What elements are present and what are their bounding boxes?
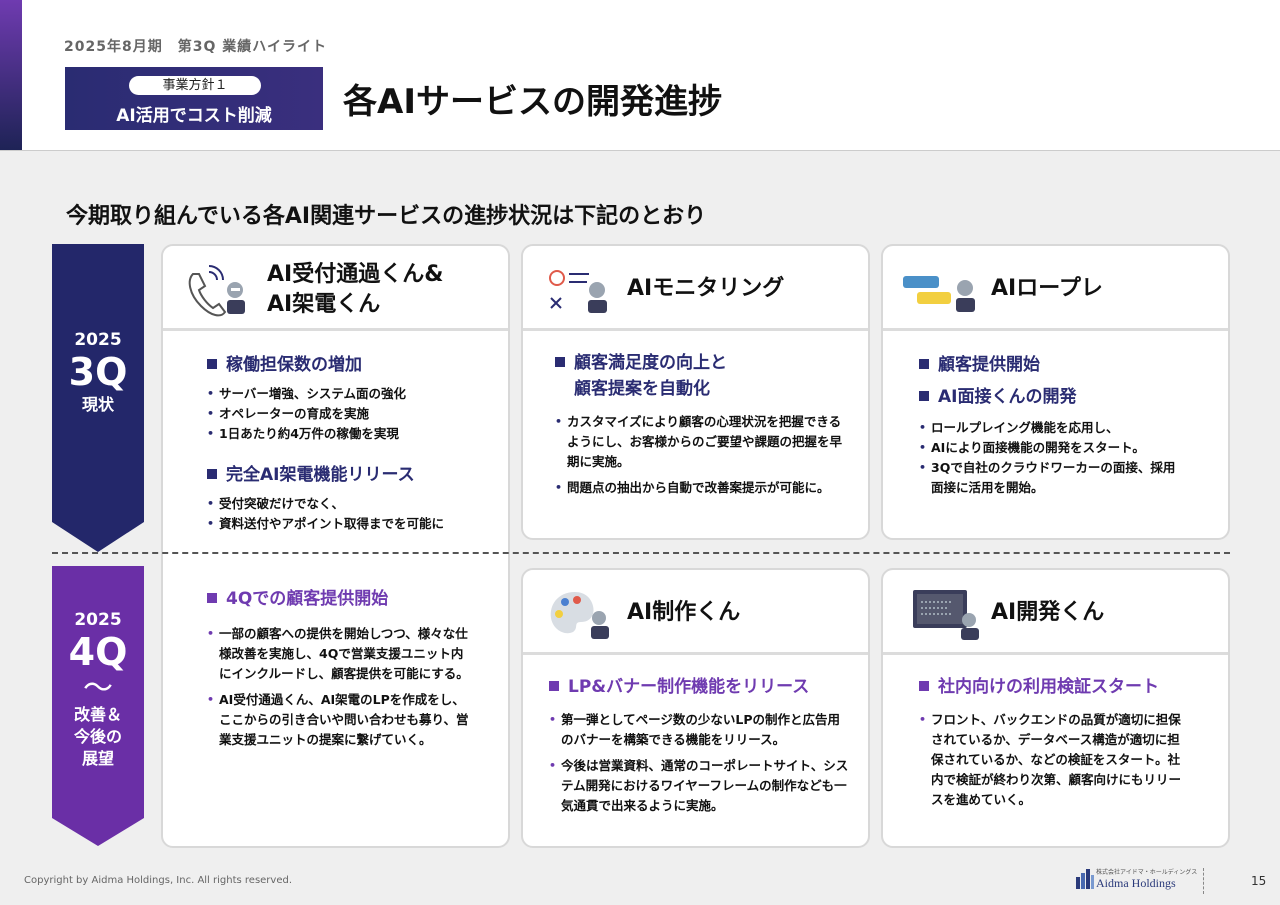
list-item: ロールプレイング機能を応用し、 [919, 418, 1179, 438]
card-ai-monitoring: AIモニタリング 顧客満足度の向上と 顧客提案を自動化 カスタマイズにより顧客の… [521, 244, 870, 540]
list-item: 1日あたり約4万件の稼働を実現 [207, 424, 487, 444]
card-ai-call: AI受付通過くん& AI架電くん 稼働担保数の増加 サーバー増強、システム面の強… [161, 244, 510, 848]
heading-provide: 顧客提供開始 [919, 352, 1040, 378]
list-item: 第一弾としてページ数の少ないLPの制作と広告用のバナーを構築できる機能をリリース… [549, 710, 849, 750]
logo-mark-icon [1076, 869, 1094, 889]
phone-robot-icon [188, 265, 245, 317]
list-release: 受付突破だけでなく、 資料送付やアポイント取得までを可能に [207, 494, 487, 534]
quarter-divider [52, 552, 1230, 554]
card-header-divider [523, 652, 868, 655]
card-title: AI開発くん [991, 600, 1105, 625]
card-header-divider [883, 328, 1228, 331]
card-title: AIモニタリング [627, 276, 785, 301]
card-title-2: AI架電くん [267, 292, 381, 317]
card-title: AIロープレ [991, 276, 1103, 301]
q4-label: 2025 4Q 〜 改善＆ 今後の 展望 [52, 610, 144, 770]
q3-status: 現状 [81, 395, 114, 414]
list-item: 受付突破だけでなく、 [207, 494, 487, 514]
palette-robot-icon [550, 592, 609, 639]
logo-en: Aidma Holdings [1096, 876, 1176, 890]
footer-separator [1203, 868, 1204, 894]
company-logo: 株式会社アイドマ・ホールディングス Aidma Holdings [1076, 867, 1197, 893]
card-title: AI制作くん [627, 600, 741, 625]
list-item: サーバー増強、システム面の強化 [207, 384, 487, 404]
list-uptime: サーバー増強、システム面の強化 オペレーターの育成を実施 1日あたり約4万件の稼… [207, 384, 487, 444]
q4-label-2: 今後の [73, 727, 122, 746]
heading-q4-provide: 4Qでの顧客提供開始 [207, 586, 388, 612]
card-header-divider [163, 328, 508, 331]
heading-uptime: 稼働担保数の増加 [207, 352, 362, 378]
q4-tilde: 〜 [83, 671, 113, 706]
policy-box: 事業方針１ AI活用でコスト削減 [65, 67, 323, 130]
fiscal-label: 2025年8月期 第3Q 業績ハイライト [64, 39, 327, 55]
card-ai-roleplay: AIロープレ 顧客提供開始 AI面接くんの開発 ロールプレイング機能を応用し、 … [881, 244, 1230, 540]
list-item: 今後は営業資料、通常のコーポレートサイト、システム開発におけるワイヤーフレームの… [549, 756, 849, 816]
header-accent [0, 0, 22, 150]
card-header-divider [523, 328, 868, 331]
list-item: 問題点の抽出から自動で改善案提示が可能に。 [555, 478, 847, 498]
logo-jp: 株式会社アイドマ・ホールディングス [1096, 869, 1198, 876]
list-monitoring: カスタマイズにより顧客の心理状況を把握できるようにし、お客様からのご要望や課題の… [555, 412, 847, 504]
copyright: Copyright by Aidma Holdings, Inc. All ri… [24, 875, 293, 886]
q3-label: 2025 3Q 現状 [52, 330, 144, 416]
heading-satisfaction-2: 顧客提案を自動化 [574, 379, 710, 399]
checklist-robot-icon [549, 270, 607, 313]
list-item: フロント、バックエンドの品質が適切に担保されているか、データベース構造が適切に担… [919, 710, 1181, 810]
heading-interview: AI面接くんの開発 [919, 384, 1076, 410]
list-dev: フロント、バックエンドの品質が適切に担保されているか、データベース構造が適切に担… [919, 710, 1181, 816]
list-roleplay: ロールプレイング機能を応用し、 AIにより面接機能の開発をスタート。 3Qで自社… [919, 418, 1179, 498]
header-bar: 2025年8月期 第3Q 業績ハイライト 事業方針１ AI活用でコスト削減 各A… [0, 0, 1280, 151]
card-header-divider [883, 652, 1228, 655]
policy-title: AI活用でコスト削減 [116, 106, 272, 126]
list-q4-provide: 一部の顧客への提供を開始しつつ、様々な仕様改善を実施し、4Qで営業支援ユニット内… [207, 624, 469, 756]
list-item: オペレーターの育成を実施 [207, 404, 487, 424]
q3-quarter: 3Q [68, 350, 128, 394]
list-item: カスタマイズにより顧客の心理状況を把握できるようにし、お客様からのご要望や課題の… [555, 412, 847, 472]
policy-tag: 事業方針１ [129, 76, 261, 95]
list-item: AIにより面接機能の開発をスタート。 [919, 438, 1179, 458]
q4-quarter: 4Q [68, 630, 128, 674]
list-item: 一部の顧客への提供を開始しつつ、様々な仕様改善を実施し、4Qで営業支援ユニット内… [207, 624, 469, 684]
chat-robot-icon [903, 276, 975, 312]
card-ai-create: AI制作くん LP&バナー制作機能をリリース 第一弾としてページ数の少ないLPの… [521, 568, 870, 848]
q3-year: 2025 [74, 330, 122, 350]
q4-label-3: 展望 [81, 749, 114, 768]
list-item: AI受付通過くん、AI架電のLPを作成をし、ここからの引き合いや問い合わせも募り… [207, 690, 469, 750]
heading-internal: 社内向けの利用検証スタート [919, 674, 1159, 700]
page-title: 各AIサービスの開発進捗 [343, 82, 722, 122]
monitor-robot-icon [913, 590, 979, 640]
lead-text: 今期取り組んでいる各AI関連サービスの進捗状況は下記のとおり [66, 204, 707, 229]
heading-lp-banner: LP&バナー制作機能をリリース [549, 674, 809, 700]
list-create: 第一弾としてページ数の少ないLPの制作と広告用のバナーを構築できる機能をリリース… [549, 710, 849, 822]
list-item: 3Qで自社のクラウドワーカーの面接、採用面接に活用を開始。 [919, 458, 1179, 498]
page-number: 15 [1251, 874, 1267, 888]
card-title-1: AI受付通過くん& [267, 262, 444, 287]
q4-year: 2025 [74, 610, 122, 630]
heading-release: 完全AI架電機能リリース [207, 462, 415, 488]
list-item: 資料送付やアポイント取得までを可能に [207, 514, 487, 534]
card-ai-dev: AI開発くん 社内向けの利用検証スタート フロント、バックエンドの品質が適切に担… [881, 568, 1230, 848]
q4-label-1: 改善＆ [73, 705, 122, 724]
heading-satisfaction: 顧客満足度の向上と [555, 350, 727, 376]
